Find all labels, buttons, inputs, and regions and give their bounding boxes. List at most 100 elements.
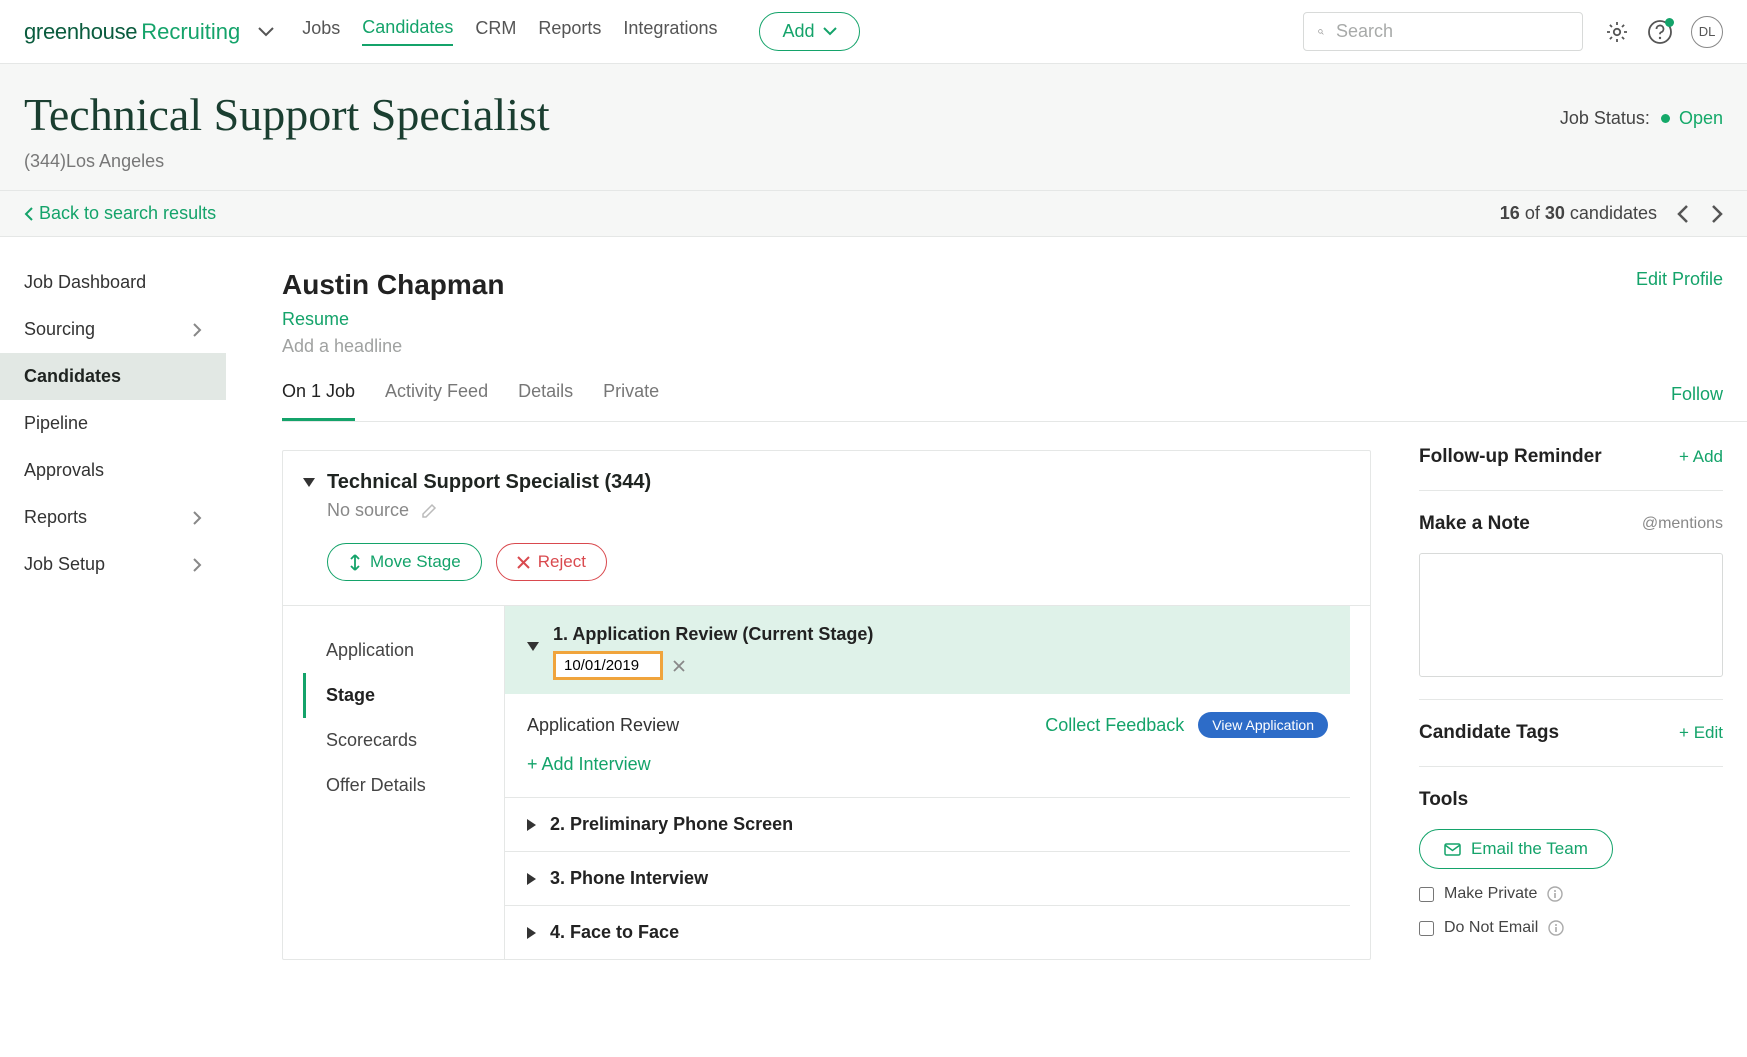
resume-link[interactable]: Resume <box>282 309 504 330</box>
sidebar-item-approvals[interactable]: Approvals <box>0 447 226 494</box>
nav-integrations[interactable]: Integrations <box>623 18 717 45</box>
move-stage-label: Move Stage <box>370 552 461 572</box>
no-source-label: No source <box>327 500 409 521</box>
move-stage-button[interactable]: Move Stage <box>327 543 482 581</box>
chevron-right-icon <box>193 323 202 337</box>
job-panel-title-row[interactable]: Technical Support Specialist (344) <box>303 471 1350 494</box>
expand-triangle-icon <box>527 819 536 831</box>
stagetab-offer-details[interactable]: Offer Details <box>303 763 504 808</box>
back-to-search-link[interactable]: Back to search results <box>24 203 216 224</box>
sidebar-label: Sourcing <box>24 319 95 340</box>
status-dot-icon <box>1661 114 1670 123</box>
tags-edit-link[interactable]: + Edit <box>1679 723 1723 743</box>
source-row: No source <box>327 500 1350 521</box>
move-stage-icon <box>348 554 362 571</box>
candidate-count: 16 of 30 candidates <box>1500 203 1723 224</box>
email-team-label: Email the Team <box>1471 839 1588 859</box>
stage-date-input[interactable] <box>553 651 663 680</box>
email-team-button[interactable]: Email the Team <box>1419 829 1613 869</box>
sidebar-item-reports[interactable]: Reports <box>0 494 226 541</box>
mentions-link[interactable]: @mentions <box>1642 515 1723 533</box>
count-current: 16 <box>1500 203 1520 223</box>
current-stage-box: 1. Application Review (Current Stage) <box>505 606 1350 694</box>
settings-gear-icon[interactable] <box>1605 20 1629 44</box>
clear-date-x-icon[interactable] <box>673 660 685 672</box>
stage-number: 3. <box>550 868 565 888</box>
sidebar-item-dashboard[interactable]: Job Dashboard <box>0 259 226 306</box>
search-box[interactable] <box>1303 12 1583 51</box>
tab-private[interactable]: Private <box>603 381 659 421</box>
expand-triangle-icon <box>527 927 536 939</box>
collapse-triangle-icon <box>303 478 315 487</box>
nav-crm[interactable]: CRM <box>475 18 516 45</box>
sidebar-item-jobsetup[interactable]: Job Setup <box>0 541 226 588</box>
collect-feedback-link[interactable]: Collect Feedback <box>1045 715 1184 736</box>
follow-link[interactable]: Follow <box>1671 384 1723 421</box>
search-input[interactable] <box>1336 21 1568 42</box>
brand-greenhouse: greenhouse <box>24 19 137 45</box>
sidebar-item-candidates[interactable]: Candidates <box>0 353 226 400</box>
stage-number: 2. <box>550 814 565 834</box>
next-candidate-button[interactable] <box>1711 205 1723 223</box>
note-textarea[interactable] <box>1419 553 1723 677</box>
do-not-email-label: Do Not Email <box>1444 919 1538 937</box>
followup-title: Follow-up Reminder <box>1419 446 1602 468</box>
do-not-email-checkbox[interactable]: Do Not Email <box>1419 919 1723 937</box>
count-suffix: candidates <box>1570 203 1657 223</box>
top-nav: greenhouse Recruiting Jobs Candidates CR… <box>0 0 1747 64</box>
top-nav-links: Jobs Candidates CRM Reports Integrations… <box>302 12 859 51</box>
sidebar-label: Pipeline <box>24 413 88 434</box>
chevron-right-icon <box>193 511 202 525</box>
sub-header: Back to search results 16 of 30 candidat… <box>0 191 1747 237</box>
make-private-input[interactable] <box>1419 887 1434 902</box>
reject-button[interactable]: Reject <box>496 543 607 581</box>
tab-activity-feed[interactable]: Activity Feed <box>385 381 488 421</box>
info-icon[interactable] <box>1548 920 1564 936</box>
tab-on-job[interactable]: On 1 Job <box>282 381 355 421</box>
sidebar-label: Approvals <box>24 460 104 481</box>
reject-x-icon <box>517 556 530 569</box>
view-application-button[interactable]: View Application <box>1198 712 1328 738</box>
add-headline-placeholder[interactable]: Add a headline <box>282 336 504 357</box>
brand-logo[interactable]: greenhouse Recruiting <box>24 19 240 45</box>
nav-reports[interactable]: Reports <box>538 18 601 45</box>
chevron-right-icon <box>193 558 202 572</box>
info-icon[interactable] <box>1547 886 1563 902</box>
edit-source-pencil-icon[interactable] <box>421 502 438 519</box>
stage-item[interactable]: 3. Phone Interview <box>505 851 1350 905</box>
stagetab-stage[interactable]: Stage <box>303 673 504 718</box>
stagetab-application[interactable]: Application <box>303 628 504 673</box>
add-button[interactable]: Add <box>759 12 859 51</box>
sidebar-item-pipeline[interactable]: Pipeline <box>0 400 226 447</box>
count-of: of <box>1525 203 1540 223</box>
brand-switcher-chevron-icon[interactable] <box>258 27 274 37</box>
expand-triangle-icon <box>527 873 536 885</box>
do-not-email-input[interactable] <box>1419 921 1434 936</box>
add-interview-link[interactable]: + Add Interview <box>505 738 673 797</box>
tab-details[interactable]: Details <box>518 381 573 421</box>
edit-profile-link[interactable]: Edit Profile <box>1636 269 1723 290</box>
nav-jobs[interactable]: Jobs <box>302 18 340 45</box>
nav-candidates[interactable]: Candidates <box>362 17 453 46</box>
make-private-checkbox[interactable]: Make Private <box>1419 885 1723 903</box>
sidebar-item-sourcing[interactable]: Sourcing <box>0 306 226 353</box>
sidebar-label: Reports <box>24 507 87 528</box>
stage-item[interactable]: 4. Face to Face <box>505 905 1350 959</box>
prev-candidate-button[interactable] <box>1677 205 1689 223</box>
help-icon[interactable] <box>1647 19 1673 45</box>
stage-label: Phone Interview <box>570 868 708 888</box>
stage-label: Preliminary Phone Screen <box>570 814 793 834</box>
brand-recruiting: Recruiting <box>141 19 240 45</box>
stagetab-scorecards[interactable]: Scorecards <box>303 718 504 763</box>
note-title: Make a Note <box>1419 513 1530 535</box>
help-notification-dot <box>1665 18 1674 27</box>
sidebar-label: Job Setup <box>24 554 105 575</box>
stage-item[interactable]: 2. Preliminary Phone Screen <box>505 797 1350 851</box>
make-private-label: Make Private <box>1444 885 1537 903</box>
collapse-triangle-icon[interactable] <box>527 642 539 651</box>
candidate-name: Austin Chapman <box>282 269 504 301</box>
followup-add-link[interactable]: + Add <box>1679 447 1723 467</box>
mail-icon <box>1444 843 1461 856</box>
sidebar-label: Candidates <box>24 366 121 387</box>
user-avatar[interactable]: DL <box>1691 16 1723 48</box>
